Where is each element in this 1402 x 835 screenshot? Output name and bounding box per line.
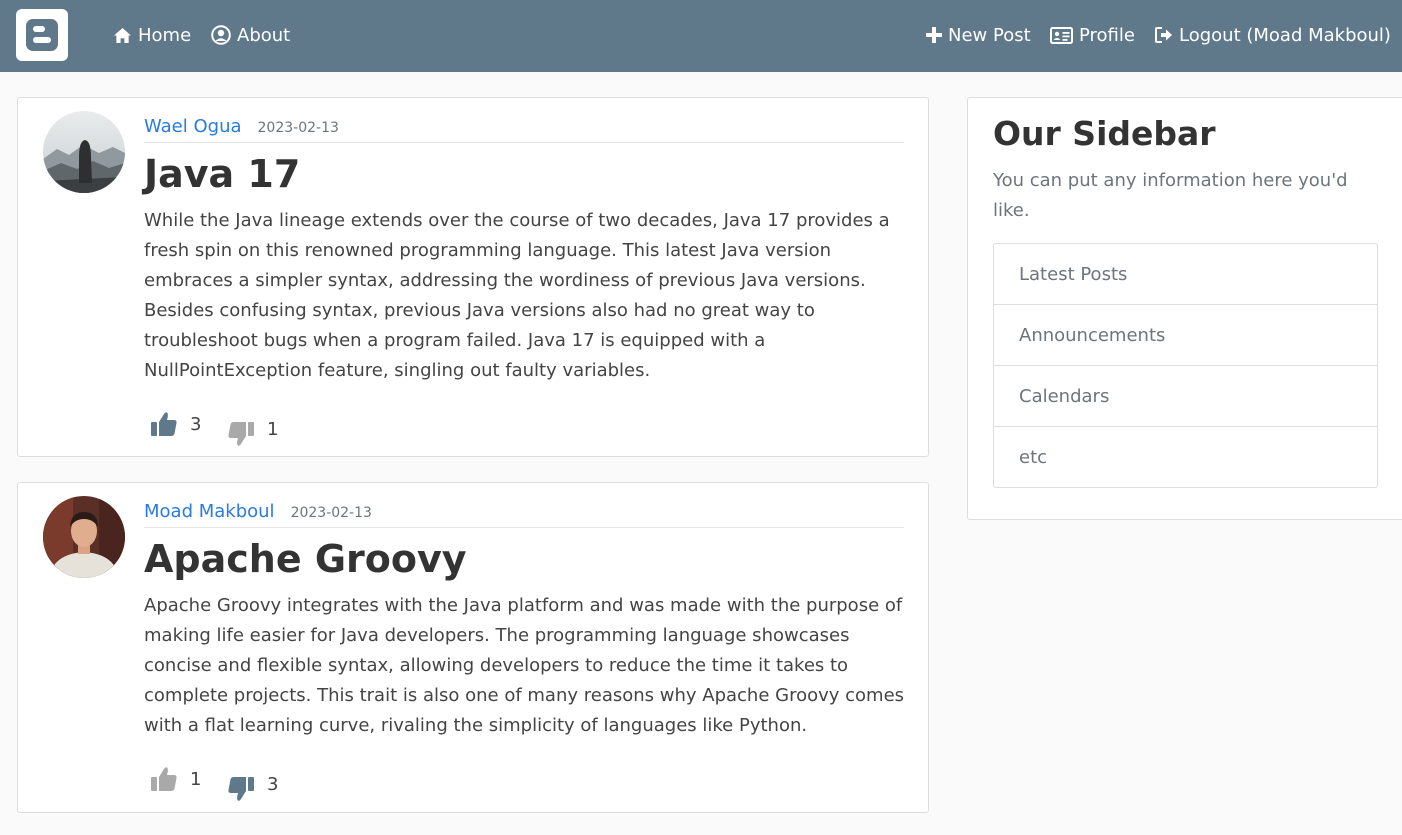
sidebar-item-calendars[interactable]: Calendars bbox=[994, 366, 1377, 427]
author-avatar[interactable] bbox=[43, 111, 125, 193]
dislike-control: 3 bbox=[227, 766, 278, 802]
sidebar-title: Our Sidebar bbox=[993, 114, 1216, 153]
plus-icon bbox=[926, 27, 942, 43]
sidebar-item-etc[interactable]: etc bbox=[994, 427, 1377, 487]
post-date: 2023-02-13 bbox=[290, 505, 372, 521]
sidebar: Our Sidebar You can put any information … bbox=[967, 97, 1402, 520]
nav-about-link[interactable]: About bbox=[211, 22, 290, 48]
nav-logout-link[interactable]: Logout (Moad Makboul) bbox=[1155, 22, 1391, 48]
thumbs-up-icon[interactable] bbox=[150, 411, 178, 437]
blogger-logo-icon[interactable] bbox=[16, 9, 68, 61]
author-avatar[interactable] bbox=[43, 496, 125, 578]
sidebar-list: Latest Posts Announcements Calendars etc bbox=[993, 243, 1378, 488]
like-count: 3 bbox=[190, 413, 202, 435]
nav-new-post-label: New Post bbox=[948, 24, 1031, 46]
dislike-control: 1 bbox=[227, 411, 278, 447]
id-card-icon bbox=[1050, 26, 1073, 44]
nav-profile-label: Profile bbox=[1079, 24, 1135, 46]
post-card: Wael Ogua 2023-02-13 Java 17 While the J… bbox=[17, 97, 929, 457]
post-card: Moad Makboul 2023-02-13 Apache Groovy Ap… bbox=[17, 482, 929, 813]
nav-new-post-link[interactable]: New Post bbox=[926, 22, 1031, 48]
thumbs-down-icon[interactable] bbox=[227, 766, 255, 802]
nav-profile-link[interactable]: Profile bbox=[1050, 22, 1135, 48]
like-control: 1 bbox=[150, 766, 201, 792]
author-link[interactable]: Wael Ogua bbox=[144, 116, 242, 137]
post-content: While the Java lineage extends over the … bbox=[144, 210, 890, 381]
like-count: 1 bbox=[190, 768, 202, 790]
nav-logout-label: Logout (Moad Makboul) bbox=[1179, 24, 1391, 46]
post-meta: Moad Makboul 2023-02-13 bbox=[144, 501, 904, 528]
post-title[interactable]: Java 17 bbox=[144, 152, 300, 196]
sidebar-item-announcements[interactable]: Announcements bbox=[994, 305, 1377, 366]
dislike-count: 1 bbox=[267, 418, 279, 440]
sidebar-item-latest-posts[interactable]: Latest Posts bbox=[994, 244, 1377, 305]
user-circle-icon bbox=[211, 25, 231, 45]
dislike-count: 3 bbox=[267, 773, 279, 795]
nav-about-label: About bbox=[237, 24, 291, 46]
home-icon bbox=[114, 27, 131, 43]
post-title[interactable]: Apache Groovy bbox=[144, 537, 467, 581]
nav-home-label: Home bbox=[138, 24, 192, 46]
post-meta: Wael Ogua 2023-02-13 bbox=[144, 116, 904, 143]
post-date: 2023-02-13 bbox=[257, 120, 339, 136]
post-content: Apache Groovy integrates with the Java p… bbox=[144, 595, 905, 736]
thumbs-down-icon[interactable] bbox=[227, 411, 255, 447]
like-control: 3 bbox=[150, 411, 201, 437]
author-link[interactable]: Moad Makboul bbox=[144, 501, 275, 522]
sign-out-icon bbox=[1155, 27, 1172, 43]
top-navbar: Home About New Post Profile Logout (Moad… bbox=[0, 0, 1402, 72]
nav-home-link[interactable]: Home bbox=[113, 22, 191, 48]
thumbs-up-icon[interactable] bbox=[150, 766, 178, 792]
sidebar-description: You can put any information here you'd l… bbox=[993, 170, 1348, 221]
